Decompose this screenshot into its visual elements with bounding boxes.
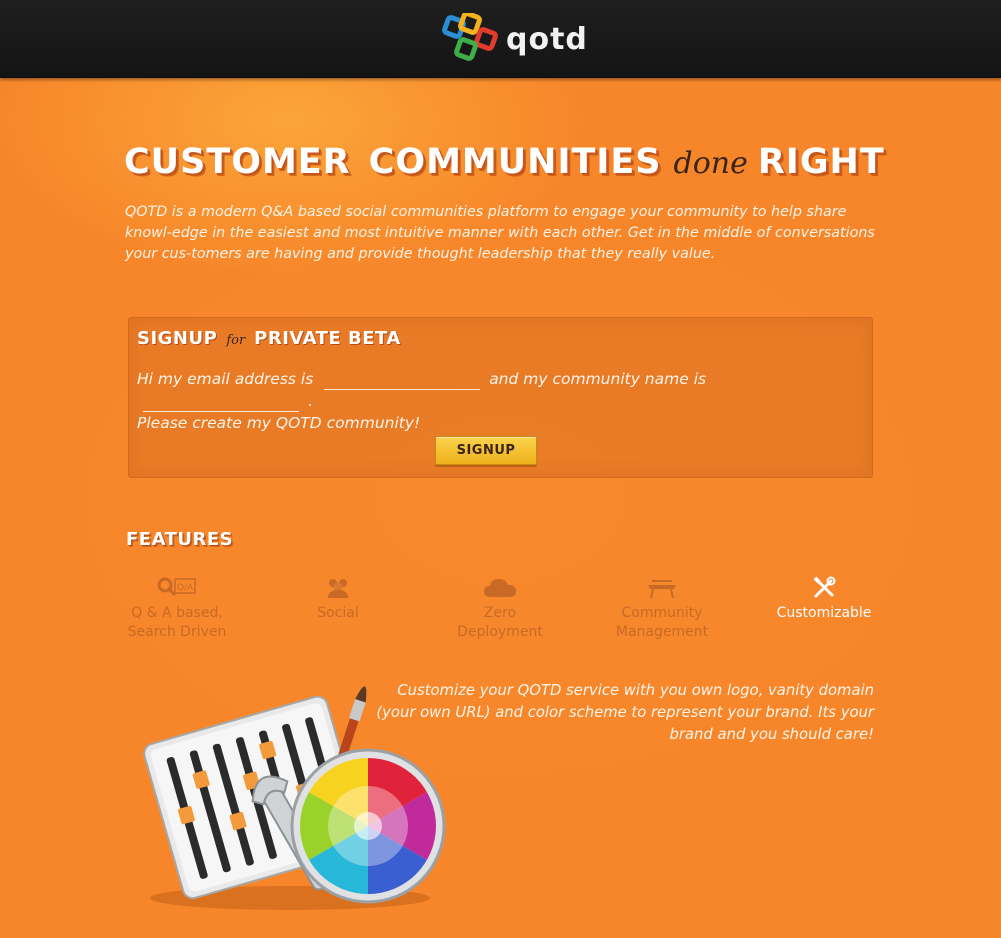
logo-text: qotd <box>506 21 588 57</box>
intro-paragraph: QOTD is a modern Q&A based social commun… <box>125 204 875 262</box>
feature-community-line2: Management <box>615 624 709 640</box>
feature-zero-line1: Zero <box>483 605 517 621</box>
feature-social[interactable]: Social <box>258 574 418 623</box>
signup-panel: SIGNUP for PRIVATE BETA Hi my email addr… <box>128 317 873 478</box>
signup-button[interactable]: SIGNUP <box>435 436 537 465</box>
feature-zero-line2: Deployment <box>457 624 543 640</box>
tools-icon <box>744 574 904 602</box>
feature-customizable[interactable]: Customizable <box>744 574 904 623</box>
signup-title: SIGNUP for PRIVATE BETA <box>137 328 401 349</box>
signup-title-for: for <box>226 333 246 348</box>
svg-text:Q/A: Q/A <box>177 583 194 593</box>
feature-qa-line1: Q & A based, <box>131 605 223 621</box>
podium-icon <box>582 574 742 602</box>
customizable-description: Customize your QOTD service with you own… <box>376 682 874 743</box>
headline-communities: COMMUNITIES <box>368 142 662 182</box>
headline-script-done: done <box>673 146 748 181</box>
qa-search-icon: Q/A <box>97 574 257 602</box>
cloud-icon <box>420 574 580 602</box>
feature-qa-search[interactable]: Q/A Q & A based, Search Driven <box>97 574 257 642</box>
logo-mark-icon <box>442 13 498 61</box>
features-title: FEATURES <box>126 529 234 550</box>
qotd-logo[interactable]: qotd <box>442 13 588 65</box>
email-field[interactable] <box>324 372 481 390</box>
people-icon <box>258 574 418 602</box>
signup-text-create: Please create my QOTD community! <box>137 414 421 432</box>
feature-community-management[interactable]: Community Management <box>582 574 742 642</box>
feature-qa-line2: Search Driven <box>127 624 227 640</box>
signup-text-community: and my community name is <box>489 370 707 388</box>
top-bar: qotd <box>0 0 1001 78</box>
signup-text-email: Hi my email address is <box>137 370 314 388</box>
feature-social-label: Social <box>317 605 359 621</box>
feature-zero-deployment[interactable]: Zero Deployment <box>420 574 580 642</box>
headline-right: RIGHT <box>757 142 885 182</box>
community-name-field[interactable] <box>143 394 299 412</box>
signup-sentence: Hi my email address is and my community … <box>137 368 867 434</box>
feature-customizable-label: Customizable <box>776 605 872 621</box>
signup-title-signup: SIGNUP <box>137 328 218 349</box>
feature-community-line1: Community <box>621 605 703 621</box>
headline-customer: CUSTOMER <box>124 142 351 182</box>
signup-text-period: . <box>307 392 313 410</box>
page-headline: CUSTOMER COMMUNITIES done RIGHT <box>124 142 885 190</box>
signup-title-private-beta: PRIVATE BETA <box>254 328 401 349</box>
